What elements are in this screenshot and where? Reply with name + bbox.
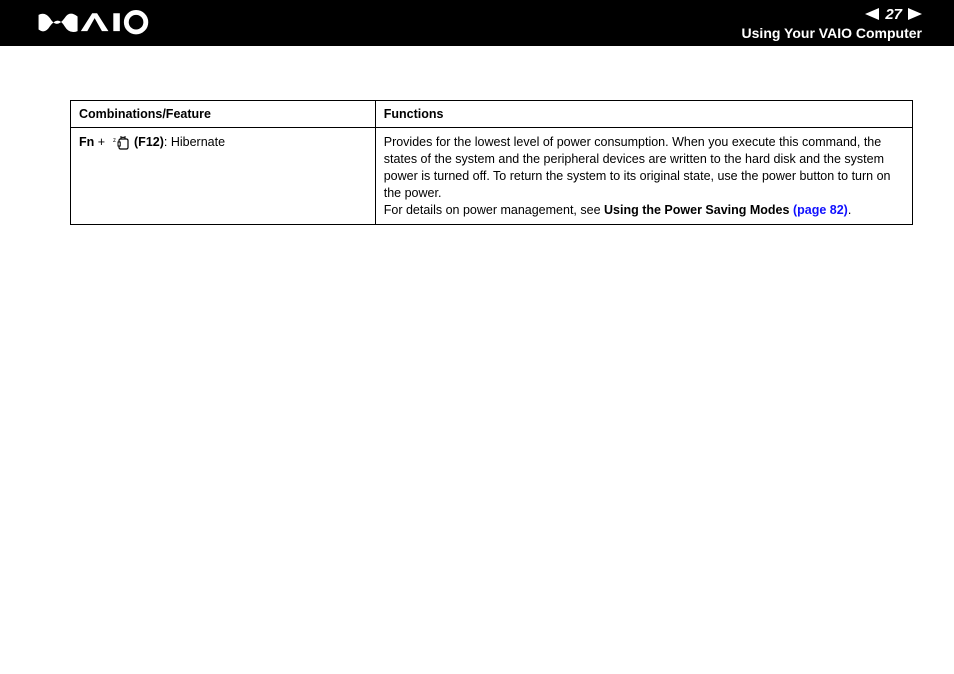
details-prefix: For details on power management, see [384, 203, 604, 217]
prev-page-arrow-icon[interactable] [865, 8, 879, 20]
feature-table: Combinations/Feature Functions Fn + z (F… [70, 100, 913, 225]
cell-combination: Fn + z (F12): Hibernate [71, 128, 376, 225]
function-description: Provides for the lowest level of power c… [384, 135, 891, 200]
vaio-logo-svg [26, 10, 186, 36]
header-combinations: Combinations/Feature [71, 101, 376, 128]
page-number: 27 [885, 6, 902, 23]
feature-name: : Hibernate [164, 135, 225, 149]
f12-key-label: (F12) [134, 135, 164, 149]
table-header-row: Combinations/Feature Functions [71, 101, 913, 128]
cell-function: Provides for the lowest level of power c… [375, 128, 912, 225]
details-link-title: Using the Power Saving Modes [604, 203, 793, 217]
section-title: Using Your VAIO Computer [742, 25, 922, 41]
vaio-logo [26, 10, 186, 36]
document-header: 27 Using Your VAIO Computer [0, 0, 954, 46]
header-right: 27 Using Your VAIO Computer [742, 6, 922, 41]
header-functions: Functions [375, 101, 912, 128]
details-period: . [848, 203, 851, 217]
plus-sign: + [94, 135, 108, 149]
page-navigator: 27 [865, 6, 922, 23]
table-row: Fn + z (F12): Hibernate Provides for the… [71, 128, 913, 225]
page-content: Combinations/Feature Functions Fn + z (F… [0, 46, 954, 225]
hibernate-icon: z [113, 136, 129, 150]
page-link[interactable]: (page 82) [793, 203, 848, 217]
next-page-arrow-icon[interactable] [908, 8, 922, 20]
svg-text:z: z [113, 138, 116, 144]
fn-key-label: Fn [79, 135, 94, 149]
